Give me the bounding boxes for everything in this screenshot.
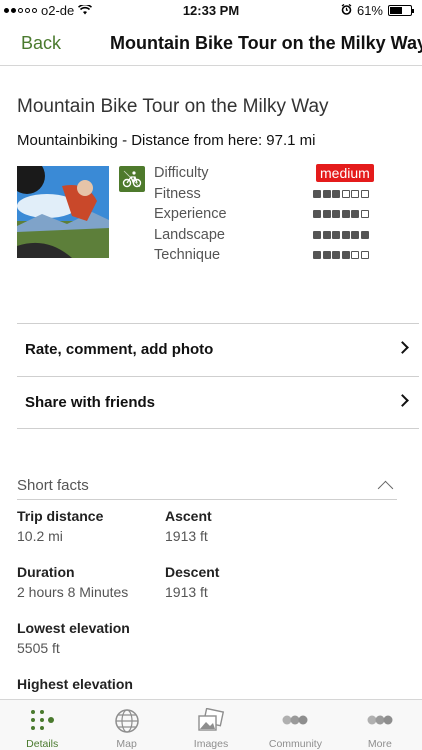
rating-square-filled [351,210,359,218]
rating-square-empty [341,189,350,198]
status-bar: o2-de 12:33 PM 61% [0,0,422,22]
rating-row: Landscape [154,226,379,247]
difficulty-row: Difficulty medium [154,164,379,185]
rating-square-filled [313,230,321,239]
fact-value: 5505 ft [17,640,60,656]
difficulty-badge: medium [316,164,374,182]
battery-icon [388,5,414,16]
nav-title: Mountain Bike Tour on the Milky Way [110,33,422,53]
rating-square-filled [332,189,340,198]
rate-comment-row[interactable]: Rate, comment, add photo [17,323,419,376]
details-icon [29,708,55,737]
rating-square-empty [360,189,369,198]
fact-value: 1913 ft [165,528,208,544]
fact-ascent: Ascent 1913 ft [165,508,315,544]
alarm-icon [341,3,352,18]
rating-row: Experience [154,205,379,226]
fact-label: Ascent [165,508,212,524]
rating-label: Experience [154,206,227,222]
fact-trip-distance: Trip distance 10.2 mi [17,508,167,544]
rating-indicator [313,189,369,198]
tab-map[interactable]: Map [84,700,168,750]
chevron-right-icon [396,341,409,354]
ratings-panel: Difficulty medium Fitness Experience Lan… [154,164,379,267]
tab-details[interactable]: Details [0,700,84,750]
rating-indicator [313,210,369,218]
short-facts-header[interactable]: Short facts [17,476,397,500]
fact-duration: Duration 2 hours 8 Minutes [17,564,167,600]
fact-label: Descent [165,564,220,580]
tab-community[interactable]: Community [253,700,337,750]
images-icon [197,707,225,739]
rating-square-filled [313,251,321,259]
rating-square-filled [351,230,359,239]
rating-label: Technique [154,247,221,263]
share-row[interactable]: Share with friends [17,376,419,429]
difficulty-label: Difficulty [154,165,209,181]
mountain-bike-icon [119,166,145,192]
rate-comment-label: Rate, comment, add photo [25,341,214,358]
rating-square-filled [341,230,350,239]
tab-label: Community [268,738,322,750]
fact-descent: Descent 1913 ft [165,564,315,600]
tab-label: Map [116,738,137,750]
rating-square-filled [322,251,331,259]
fact-value: 1913 ft [165,584,208,600]
rating-square-empty [351,189,359,198]
more-icon [366,708,394,737]
rating-square-filled [332,230,340,239]
rating-square-empty [360,210,369,218]
tab-images[interactable]: Images [169,700,253,750]
chevron-right-icon [396,394,409,407]
rating-square-filled [313,210,321,218]
rating-square-empty [360,251,369,259]
status-right: 61% [341,3,414,18]
rating-square-filled [341,210,350,218]
short-facts-title: Short facts [17,477,89,494]
rating-label: Fitness [154,185,201,202]
fact-value: 10.2 mi [17,528,63,544]
fact-value: 2 hours 8 Minutes [17,584,129,600]
chevron-up-icon[interactable] [377,480,394,497]
rating-square-filled [332,251,340,259]
fact-label: Duration [17,564,75,580]
rating-indicator [313,230,369,239]
fact-lowest-elevation: Lowest elevation 5505 ft [17,620,167,656]
fact-label: Trip distance [17,508,104,524]
rating-square-filled [341,251,350,259]
tab-bar: Details Map Images Community More [0,699,422,750]
rating-square-filled [322,210,331,218]
battery-percent: 61% [356,3,383,18]
rating-row: Technique [154,246,379,267]
globe-icon [114,708,140,739]
tour-title: Mountain Bike Tour on the Milky Way [17,96,329,117]
community-icon [281,708,309,737]
tab-label: Images [193,738,229,750]
navigation-bar: Back Mountain Bike Tour on the Milky Way [0,22,422,66]
share-label: Share with friends [25,394,156,411]
rating-square-filled [322,230,331,239]
rating-row: Fitness [154,185,379,206]
fact-label: Highest elevation [17,676,133,692]
tab-more[interactable]: More [338,700,422,750]
tab-label: Details [26,738,59,750]
rating-label: Landscape [154,226,225,243]
tab-label: More [367,738,392,750]
back-button[interactable]: Back [21,33,61,54]
tour-photo[interactable] [17,166,109,258]
rating-square-empty [351,251,359,259]
tour-subtitle: Mountainbiking - Distance from here: 97.… [17,132,316,149]
fact-highest-elevation: Highest elevation [17,676,167,692]
rating-square-filled [332,210,340,218]
rating-indicator [313,251,369,259]
rating-square-filled [360,230,369,239]
rating-square-filled [322,189,331,198]
rating-square-filled [313,189,321,198]
fact-label: Lowest elevation [17,620,130,636]
